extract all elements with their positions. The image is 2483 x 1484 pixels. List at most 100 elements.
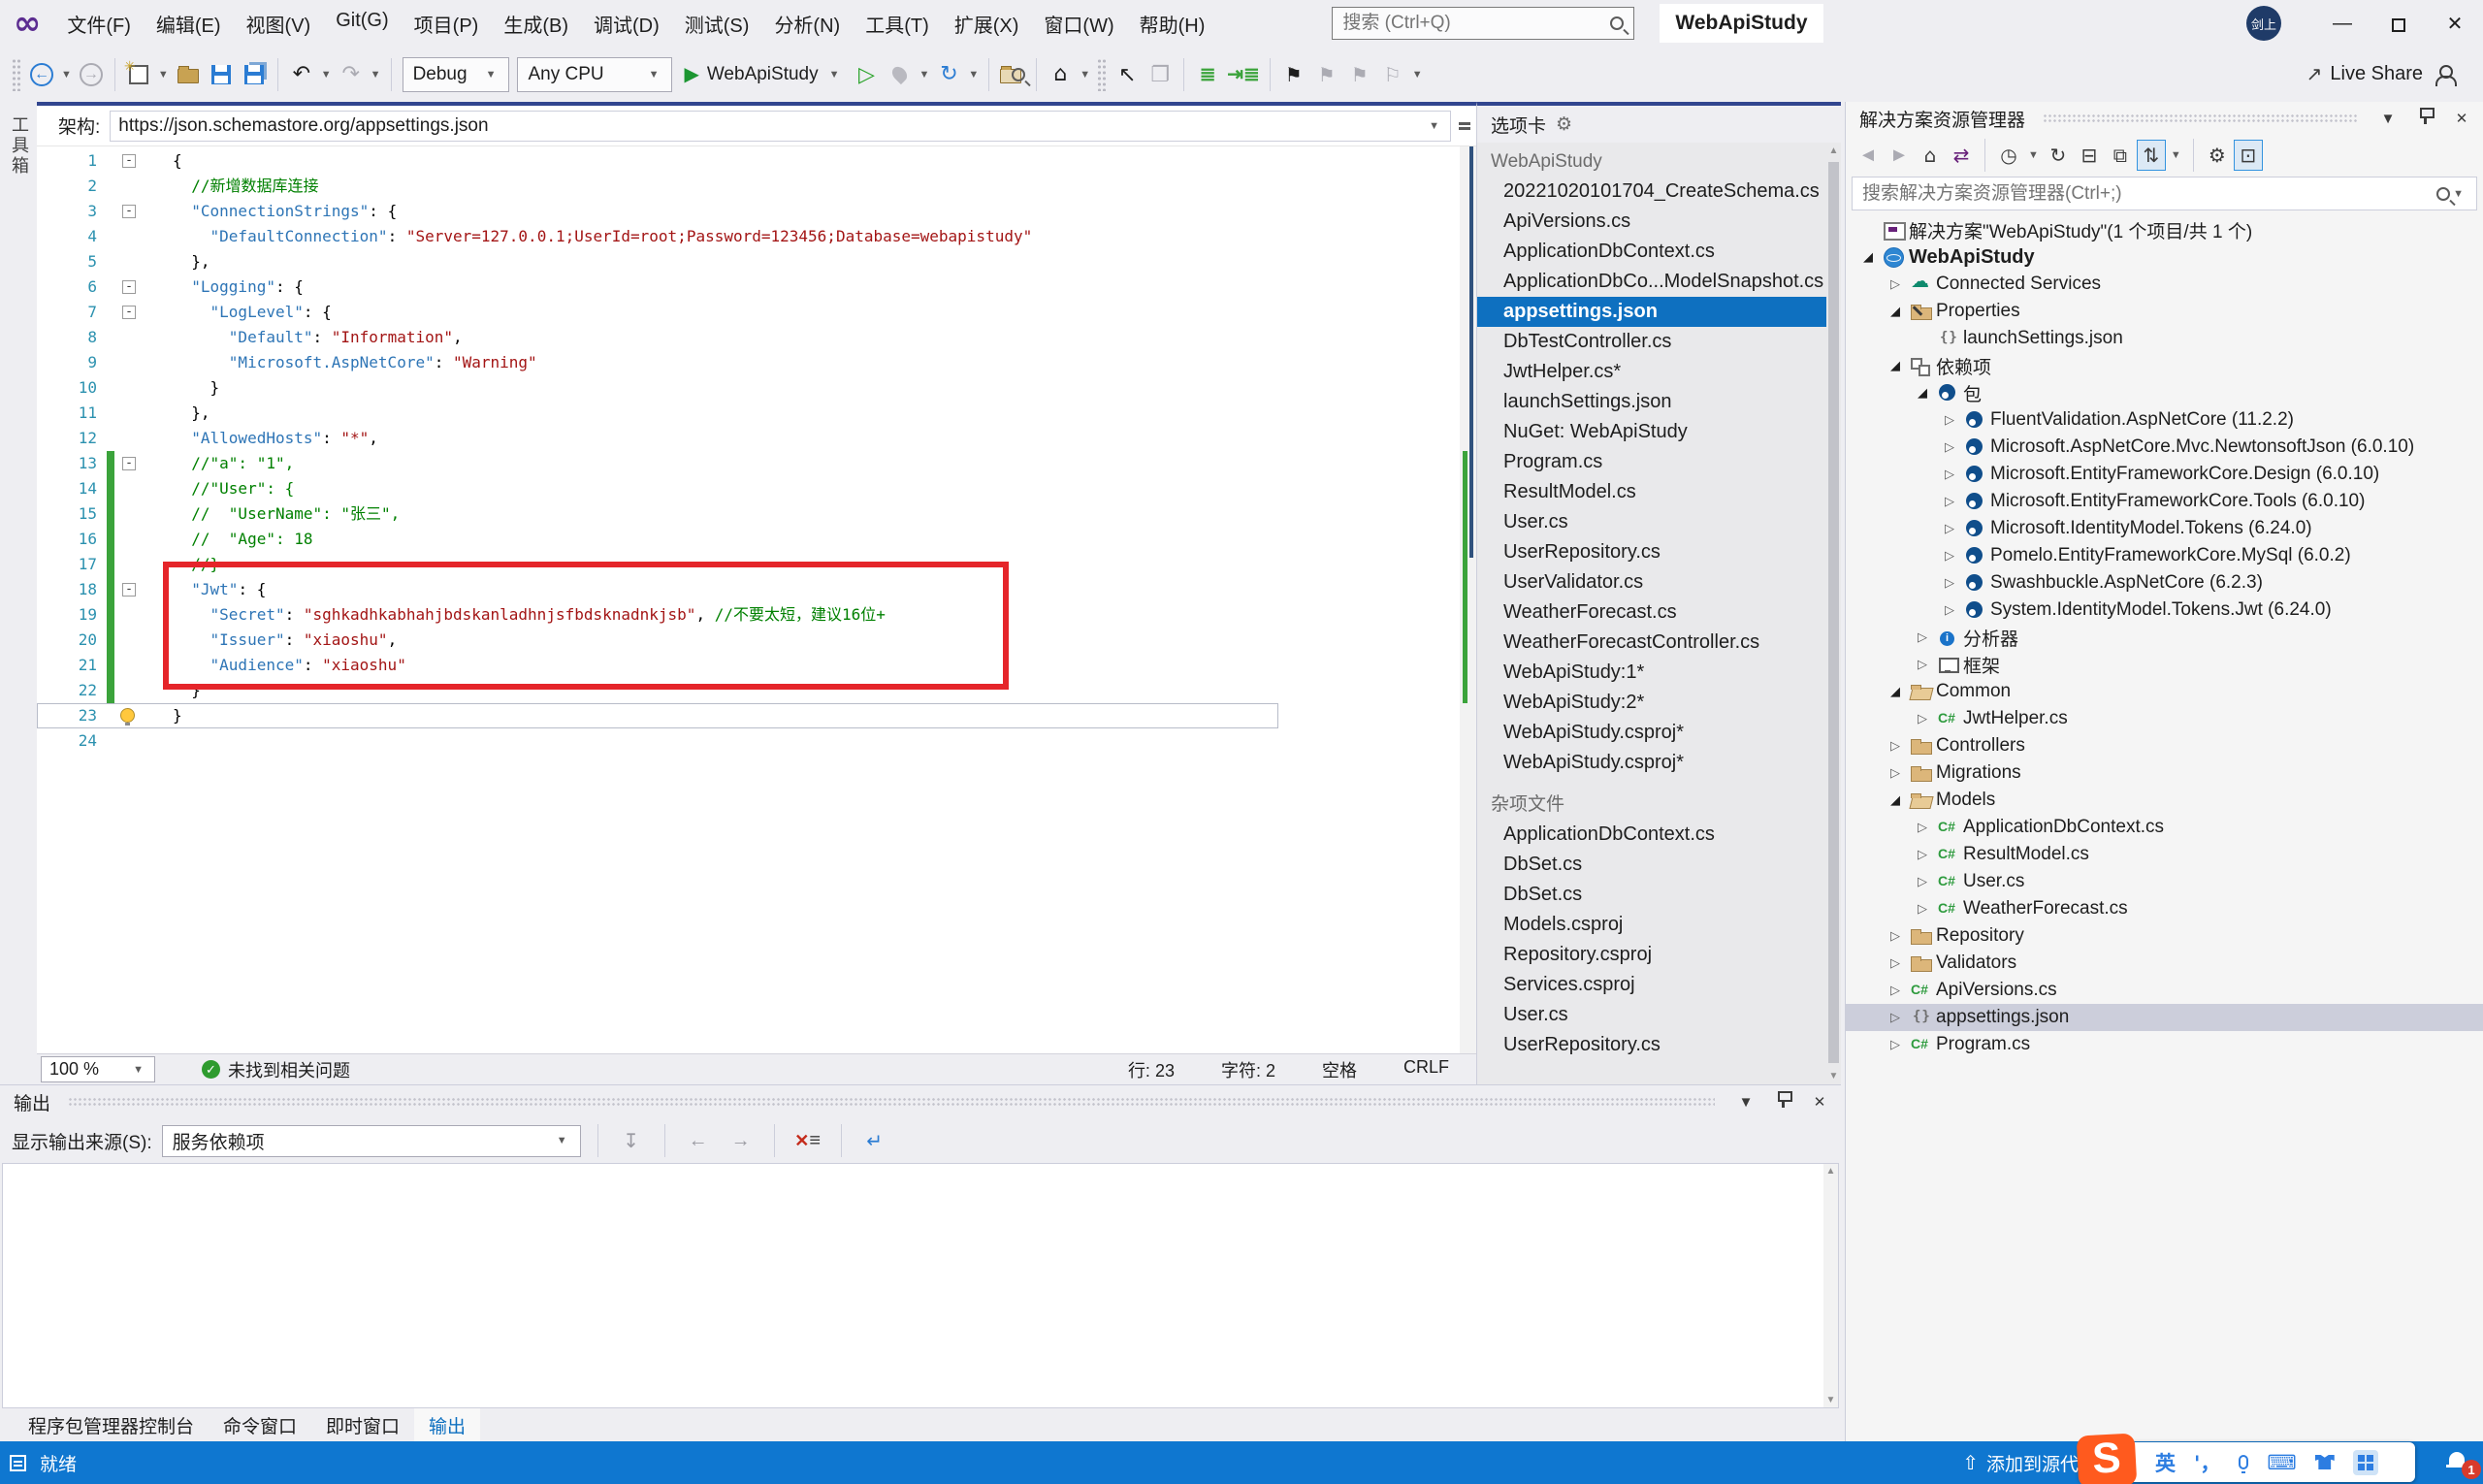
pending-changes-filter-button[interactable]: ◷ (1994, 140, 2023, 171)
open-document-item[interactable]: Program.cs (1477, 447, 1826, 477)
hot-reload-dropdown[interactable]: ▼ (917, 69, 933, 81)
tree-item[interactable]: ▷Microsoft.EntityFrameworkCore.Design (6… (1846, 461, 2483, 488)
tree-item[interactable]: ▷框架 (1846, 651, 2483, 678)
tree-item[interactable]: ▷JwtHelper.cs (1846, 705, 2483, 732)
open-document-item[interactable]: Repository.csproj (1477, 940, 1826, 970)
open-document-item[interactable]: 20221020101704_CreateSchema.cs (1477, 177, 1826, 207)
expanded-chevron-icon[interactable]: ◢ (1883, 359, 1908, 373)
code-line[interactable]: 7- "LogLevel": { (37, 300, 1476, 325)
new-project-dropdown[interactable]: ▼ (155, 69, 172, 81)
cursor-line-indicator[interactable]: 行: 23 (1128, 1057, 1175, 1082)
prev-message-button[interactable]: ← (682, 1124, 715, 1157)
menu-item[interactable]: 项目(P) (402, 1, 492, 47)
expanded-chevron-icon[interactable]: ◢ (1855, 250, 1881, 265)
code-line[interactable]: 5 }, (37, 249, 1476, 274)
tree-item[interactable]: ▷分析器 (1846, 624, 2483, 651)
lightbulb-icon[interactable] (120, 708, 135, 723)
ime-menu-grid-icon[interactable] (2353, 1450, 2378, 1475)
save-button[interactable] (205, 56, 238, 93)
pin-icon[interactable] (2411, 106, 2438, 131)
collapsed-chevron-icon[interactable]: ▷ (1937, 495, 1962, 509)
code-line[interactable]: 17 //} (37, 552, 1476, 577)
paste-button[interactable]: ❐ (1144, 56, 1177, 93)
home-icon[interactable]: ⌂ (1916, 140, 1945, 171)
code-line[interactable]: 3- "ConnectionStrings": { (37, 199, 1476, 224)
collapsed-chevron-icon[interactable]: ▷ (1937, 603, 1962, 618)
navigate-back-button[interactable]: ← (25, 56, 58, 93)
fold-toggle[interactable]: - (114, 199, 144, 224)
tree-item[interactable]: ◢Common (1846, 678, 2483, 705)
filter-dropdown[interactable]: ▼ (2025, 149, 2042, 161)
expanded-chevron-icon[interactable]: ◢ (1910, 386, 1935, 401)
redo-button[interactable]: ↷ (335, 56, 368, 93)
open-document-item[interactable]: WebApiStudy.csproj* (1477, 748, 1826, 778)
preview-selected-items-button[interactable]: ⊡ (2234, 140, 2263, 171)
undo-dropdown[interactable]: ▼ (318, 69, 335, 81)
open-document-item[interactable]: UserRepository.cs (1477, 537, 1826, 567)
collapse-minus-icon[interactable]: - (122, 306, 136, 319)
increase-indent-button[interactable]: ⇥≣ (1224, 56, 1263, 93)
window-position-dropdown[interactable]: ▼ (2374, 106, 2402, 131)
save-all-button[interactable] (238, 56, 271, 93)
keyboard-icon[interactable]: ⌨ (2267, 1451, 2296, 1474)
panel-drag-texture[interactable] (68, 1097, 1715, 1107)
fold-toggle[interactable]: - (114, 451, 144, 476)
menu-item[interactable]: Git(G) (323, 1, 401, 47)
start-without-debugging-button[interactable]: ▷ (851, 56, 884, 93)
bookmark-dropdown[interactable]: ▼ (1409, 69, 1426, 81)
collapsed-chevron-icon[interactable]: ▷ (1910, 902, 1935, 917)
close-panel-button[interactable]: ✕ (1806, 1089, 1833, 1114)
open-document-item[interactable]: WeatherForecast.cs (1477, 597, 1826, 628)
code-line[interactable]: 18- "Jwt": { (37, 577, 1476, 602)
goto-message-button[interactable]: ↧ (615, 1124, 648, 1157)
properties-wrench-button[interactable]: ⚙ (2203, 140, 2232, 171)
fold-toggle[interactable]: - (114, 274, 144, 300)
solution-search-box[interactable]: ▼ (1852, 177, 2477, 210)
expanded-chevron-icon[interactable]: ◢ (1883, 793, 1908, 808)
collapsed-chevron-icon[interactable]: ▷ (1937, 522, 1962, 536)
start-debugging-button[interactable]: ▶ WebApiStudy ▼ (676, 56, 850, 93)
open-document-item[interactable]: ResultModel.cs (1477, 477, 1826, 507)
tree-item[interactable]: ▷ApiVersions.cs (1846, 977, 2483, 1004)
open-document-item[interactable]: WebApiStudy.csproj* (1477, 718, 1826, 748)
refresh-button[interactable]: ↻ (2044, 140, 2073, 171)
code-line[interactable]: 8 "Default": "Information", (37, 325, 1476, 350)
collapsed-chevron-icon[interactable]: ▷ (1910, 630, 1935, 645)
menu-item[interactable]: 调试(D) (581, 1, 672, 47)
close-button[interactable]: ✕ (2427, 0, 2483, 47)
split-editor-button[interactable] (1455, 111, 1474, 142)
back-button[interactable]: ◄ (1854, 140, 1883, 171)
open-document-item[interactable]: ApplicationDbContext.cs (1477, 820, 1826, 850)
output-scrollbar[interactable]: ▲▼ (1823, 1164, 1838, 1407)
collapse-all-button[interactable]: ⊟ (2075, 140, 2104, 171)
document-health-indicator[interactable]: ✓ 未找到相关问题 (202, 1057, 350, 1082)
open-document-item[interactable]: ApplicationDbContext.cs (1477, 237, 1826, 267)
code-line[interactable]: 1-{ (37, 148, 1476, 174)
gear-icon[interactable]: ⚙ (1556, 113, 1572, 135)
scrollbar-thumb[interactable] (1828, 162, 1839, 1063)
bottom-panel-tab[interactable]: 程序包管理器控制台 (14, 1408, 209, 1441)
panel-drag-texture[interactable] (2043, 113, 2357, 123)
live-share-button[interactable]: Live Share (2330, 63, 2423, 85)
collapse-minus-icon[interactable]: - (122, 583, 136, 597)
menu-item[interactable]: 工具(T) (853, 1, 942, 47)
indent-mode-indicator[interactable]: 空格 (1322, 1057, 1357, 1082)
code-line[interactable]: 11 }, (37, 401, 1476, 426)
restart-dropdown[interactable]: ▼ (965, 69, 982, 81)
find-in-files-button[interactable] (996, 56, 1029, 93)
expanded-chevron-icon[interactable]: ◢ (1883, 685, 1908, 699)
zoom-level-dropdown[interactable]: 100 %▼ (41, 1056, 155, 1082)
tree-item[interactable]: ▷User.cs (1846, 868, 2483, 895)
toolbox-vertical-tab[interactable]: 工具箱 (7, 115, 32, 177)
decrease-indent-button[interactable]: ≣ (1191, 56, 1224, 93)
tree-item[interactable]: ▷Program.cs (1846, 1031, 2483, 1058)
collapsed-chevron-icon[interactable]: ▷ (1883, 984, 1908, 998)
tree-item[interactable]: ▷Connected Services (1846, 271, 2483, 298)
open-document-item[interactable]: WebApiStudy:2* (1477, 688, 1826, 718)
schema-url-dropdown[interactable]: https://json.schemastore.org/appsettings… (110, 111, 1451, 142)
open-document-item[interactable]: User.cs (1477, 1000, 1826, 1030)
next-bookmark-button[interactable]: ⚑ (1343, 56, 1376, 93)
tree-item[interactable]: ▷FluentValidation.AspNetCore (11.2.2) (1846, 406, 2483, 434)
sync-with-active-document-button[interactable]: ⇅ (2137, 140, 2166, 171)
solution-search-input[interactable] (1862, 183, 2436, 205)
